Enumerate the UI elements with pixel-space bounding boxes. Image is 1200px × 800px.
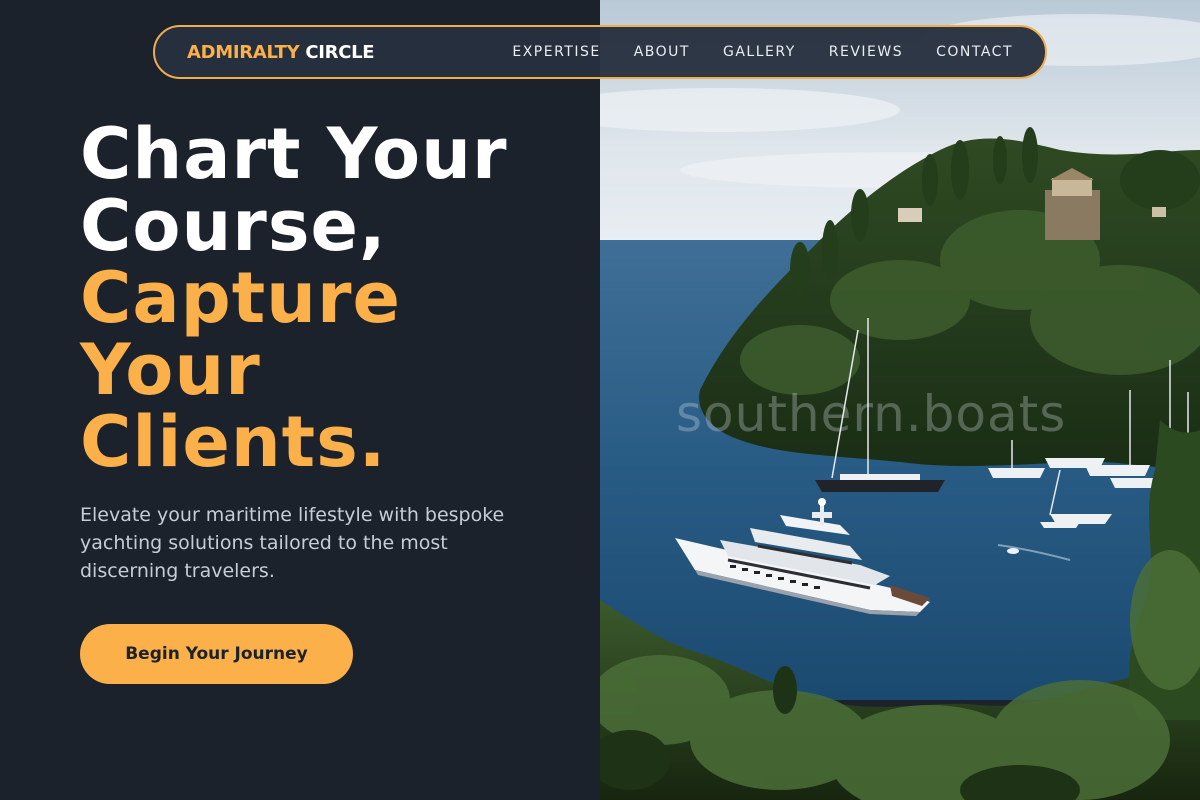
hero-subtitle: Elevate your maritime lifestyle with bes…: [80, 504, 505, 582]
nav-link-contact[interactable]: CONTACT: [936, 44, 1013, 60]
brand-part-1: ADMIRALTY: [187, 41, 300, 63]
nav-link-about[interactable]: ABOUT: [634, 44, 690, 60]
brand-part-2: CIRCLE: [305, 41, 375, 63]
brand-logo[interactable]: ADMIRALTY CIRCLE: [187, 41, 375, 63]
headline-line-4: Your: [80, 329, 261, 411]
headline-line-1: Chart Your: [80, 113, 508, 195]
hero-left-panel: Chart Your Course, Capture Your Clients.…: [0, 0, 600, 800]
image-watermark: southern.boats: [676, 385, 1067, 443]
nav-link-reviews[interactable]: REVIEWS: [829, 44, 903, 60]
headline-line-3: Capture: [80, 257, 402, 339]
top-navbar: ADMIRALTY CIRCLE EXPERTISE ABOUT GALLERY…: [153, 25, 1047, 79]
headline-line-2: Course,: [80, 185, 387, 267]
nav-link-expertise[interactable]: EXPERTISE: [512, 44, 600, 60]
nav-links: EXPERTISE ABOUT GALLERY REVIEWS CONTACT: [512, 44, 1013, 60]
headline-line-5: Clients.: [80, 401, 387, 483]
hero-headline: Chart Your Course, Capture Your Clients.: [80, 118, 508, 478]
hero-image-panel: southern.boats: [600, 0, 1200, 800]
nav-link-gallery[interactable]: GALLERY: [723, 44, 796, 60]
begin-journey-button[interactable]: Begin Your Journey: [80, 624, 353, 684]
